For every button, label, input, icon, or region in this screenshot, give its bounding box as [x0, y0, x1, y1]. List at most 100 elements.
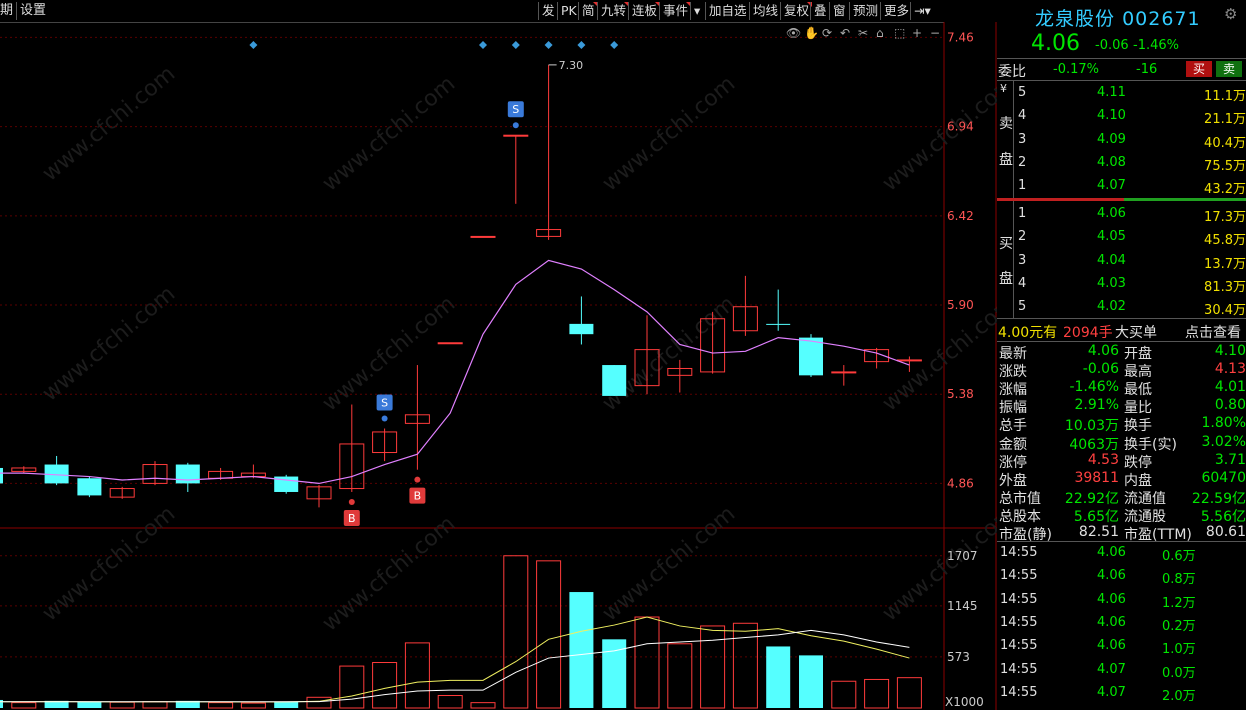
toolbar-fuquan-button[interactable]: 复权: [780, 2, 813, 20]
toolbar-fa-button[interactable]: 发: [538, 2, 558, 20]
volume-bar: [240, 702, 266, 709]
sell-signal-label: S: [381, 397, 388, 410]
stat-value: 80.61: [1205, 524, 1246, 540]
bid-price: 4.02: [1097, 299, 1126, 315]
events-dropdown-icon[interactable]: ▾: [690, 2, 703, 20]
toolbar-pk-button[interactable]: PK: [557, 2, 580, 20]
sell-button[interactable]: 卖: [1216, 61, 1242, 77]
toolbar-more-button[interactable]: 更多: [880, 2, 912, 20]
kline-chart[interactable]: www.cfchi.com www.cfchi.com www.cfchi.com w…: [0, 22, 997, 710]
volume-bar: [569, 592, 594, 708]
toolbar-window-button[interactable]: 窗: [829, 2, 849, 20]
stat-label: 振幅: [999, 400, 1027, 417]
volume-bar: [470, 702, 496, 709]
stat-label: 开盘: [1124, 346, 1152, 362]
eye-icon[interactable]: 👁: [786, 26, 801, 40]
volume-bar: [339, 665, 365, 709]
toolbar-jiuzhuan-button[interactable]: 九转: [597, 2, 630, 20]
tick-volume: 0.8万: [1162, 572, 1196, 588]
watermark-text: www.cfchi.com: [598, 291, 740, 416]
toolbar-add-watch-button[interactable]: 加自选: [705, 2, 750, 20]
expand-panel-icon[interactable]: ⇥▾: [910, 2, 934, 20]
bid-volume: 17.3万: [1204, 210, 1246, 225]
stock-title: 龙泉股份 002671: [1035, 4, 1201, 31]
stat-label: 涨幅: [999, 382, 1027, 399]
ask-price: 4.10: [1097, 108, 1126, 124]
watermark-text: www.cfchi.com: [38, 281, 180, 406]
tick-time: 14:55: [1000, 568, 1038, 584]
zoom-in-icon[interactable]: +: [912, 26, 922, 40]
home-icon[interactable]: ⌂: [876, 26, 884, 40]
ask-level: 2: [1018, 154, 1027, 170]
bid-level: 3: [1018, 252, 1027, 268]
hand-icon[interactable]: ✋: [804, 26, 819, 40]
candle-body: [569, 323, 594, 335]
yen-icon: ¥: [1000, 82, 1007, 95]
toolbar-forecast-button[interactable]: 预测: [849, 2, 881, 20]
volume-bar: [864, 678, 890, 709]
toolbar-ma-button[interactable]: 均线: [749, 2, 781, 20]
bid-price: 4.06: [1097, 206, 1126, 221]
volume-bar: [0, 699, 3, 708]
volume-unit-label: X1000: [945, 695, 984, 709]
ask-price: 4.07: [1097, 178, 1126, 194]
refresh-icon[interactable]: ⟳: [822, 26, 832, 40]
buy-signal-label: B: [414, 490, 422, 503]
stat-value: 10.03万: [1064, 418, 1119, 435]
stat-value: -1.46%: [1069, 379, 1119, 396]
cut-icon[interactable]: ✂: [858, 26, 868, 40]
settings-menu[interactable]: 设置: [16, 2, 46, 20]
tick-price: 4.06: [1097, 638, 1126, 654]
quote-panel: 龙泉股份 002671 ⚙ 4.06 -0.06 -1.46% 委比 -0.17…: [997, 0, 1246, 710]
stat-value: 82.51: [1078, 524, 1119, 540]
toolbar-shijian-button[interactable]: 事件: [659, 2, 692, 20]
stock-name: 龙泉股份: [1035, 8, 1116, 30]
stat-value: 39811: [1074, 469, 1119, 486]
price-tick-label: 4.86: [947, 476, 974, 490]
big-order-link[interactable]: 点击查看: [1185, 322, 1241, 342]
undo-icon[interactable]: ↶: [840, 26, 850, 40]
ask-price: 4.08: [1097, 154, 1126, 170]
toolbar-overlay-button[interactable]: 叠: [810, 2, 830, 20]
signal-dot: [381, 415, 388, 422]
ask-level: 4: [1018, 108, 1027, 124]
candle-body: [470, 235, 496, 238]
ask-volume: 11.1万: [1204, 89, 1246, 104]
toolbar-jian-button[interactable]: 简: [578, 2, 598, 20]
toolbar-lianban-button[interactable]: 连板: [628, 2, 661, 20]
candle-body: [896, 359, 922, 362]
stat-label: 最低: [1124, 382, 1152, 399]
ask-level: 5: [1018, 85, 1027, 100]
bid-volume: 45.8万: [1204, 233, 1246, 249]
ask-price: 4.11: [1097, 85, 1126, 100]
big-order-hands: 2094手: [1063, 325, 1113, 341]
tick-volume: 1.2万: [1162, 595, 1196, 611]
volume-bar: [437, 695, 463, 709]
price-tick-label: 5.38: [947, 387, 974, 401]
stat-label: 外盘: [999, 472, 1027, 489]
candle-body: [602, 365, 627, 396]
watermark-text: www.cfchi.com: [38, 61, 180, 186]
stat-label: 涨停: [999, 454, 1027, 471]
weibi-label: 委比: [998, 64, 1026, 80]
volume-bar: [372, 662, 398, 709]
stat-value: 4.53: [1087, 451, 1119, 468]
ask-volume: 43.2万: [1204, 182, 1246, 198]
gear-icon[interactable]: ⚙: [1224, 5, 1237, 23]
candle-body: [831, 371, 857, 374]
stat-value: 1.80%: [1201, 415, 1246, 432]
zoom-out-icon[interactable]: −: [930, 26, 940, 40]
lock-icon[interactable]: ⬚: [894, 26, 905, 40]
tick-time: 14:55: [1000, 545, 1038, 560]
bid-volume: 81.3万: [1204, 279, 1246, 295]
tick-time: 14:55: [1000, 684, 1038, 700]
signal-diamond-icon: [511, 41, 520, 49]
bid-level: 5: [1018, 299, 1027, 315]
buy-button[interactable]: 买: [1186, 61, 1212, 77]
candle-body: [437, 342, 463, 345]
volume-bar: [831, 680, 857, 709]
sell-signal-label: S: [512, 103, 519, 116]
period-menu[interactable]: 期: [0, 2, 13, 20]
stat-label: 总手: [999, 418, 1027, 435]
tick-price: 4.06: [1097, 568, 1126, 584]
